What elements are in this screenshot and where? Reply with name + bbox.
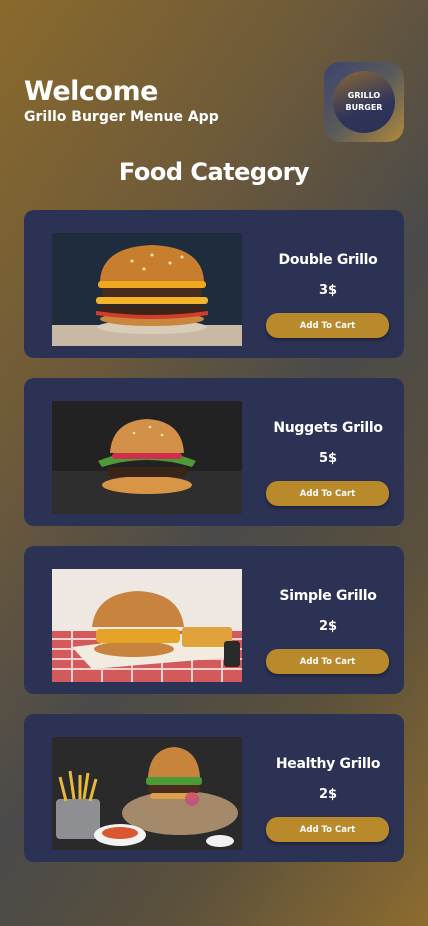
header: Welcome Grillo Burger Menue App bbox=[24, 76, 219, 125]
food-image-nuggets-grillo bbox=[52, 401, 242, 514]
item-name: Healthy Grillo bbox=[275, 756, 381, 772]
item-price: 3$ bbox=[318, 283, 338, 298]
add-to-cart-button[interactable]: Add To Cart bbox=[266, 313, 389, 338]
food-card-simple-grillo: Simple Grillo 2$ Add To Cart bbox=[24, 546, 404, 694]
item-name: Nuggets Grillo bbox=[273, 420, 383, 436]
item-price: 2$ bbox=[318, 787, 338, 802]
food-image-healthy-grillo bbox=[52, 737, 242, 850]
add-to-cart-button[interactable]: Add To Cart bbox=[266, 817, 389, 842]
app-logo: GRILLO BURGER bbox=[324, 62, 404, 142]
food-card-double-grillo: Double Grillo 3$ Add To Cart bbox=[24, 210, 404, 358]
food-image-simple-grillo bbox=[52, 569, 242, 682]
logo-badge: GRILLO BURGER bbox=[333, 71, 395, 133]
app-subtitle: Grillo Burger Menue App bbox=[24, 109, 219, 125]
section-title: Food Category bbox=[118, 158, 310, 186]
item-name: Double Grillo bbox=[278, 252, 378, 268]
food-card-healthy-grillo: Healthy Grillo 2$ Add To Cart bbox=[24, 714, 404, 862]
add-to-cart-button[interactable]: Add To Cart bbox=[266, 481, 389, 506]
item-name: Simple Grillo bbox=[279, 588, 377, 604]
item-price: 2$ bbox=[318, 619, 338, 634]
food-image-double-grillo bbox=[52, 233, 242, 346]
add-to-cart-button[interactable]: Add To Cart bbox=[266, 649, 389, 674]
logo-text-line1: GRILLO bbox=[347, 91, 381, 100]
logo-text-line2: BURGER bbox=[345, 103, 383, 112]
food-card-nuggets-grillo: Nuggets Grillo 5$ Add To Cart bbox=[24, 378, 404, 526]
welcome-title: Welcome bbox=[24, 76, 158, 107]
item-price: 5$ bbox=[318, 451, 338, 466]
